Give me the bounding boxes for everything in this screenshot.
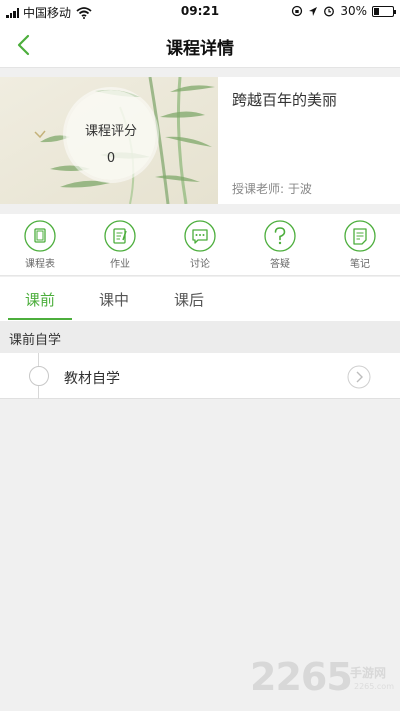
watermark-logo: 2265 手游网 2265.com	[250, 655, 396, 701]
status-right: 30%	[291, 4, 396, 18]
toolbar-item-discussion[interactable]: 讨论	[168, 220, 232, 270]
course-toolbar: 课程表 作业 讨论 答疑 笔记	[0, 214, 400, 276]
rotation-lock-icon	[292, 5, 303, 17]
phase-tabs: 课前 课中 课后	[0, 277, 400, 321]
watermark-sub: 手游网	[350, 666, 387, 680]
toolbar-item-notes[interactable]: 笔记	[328, 220, 392, 270]
course-card: 课程评分 0 跨越百年的美丽 授课老师: 于波	[0, 77, 400, 204]
discussion-icon	[184, 220, 216, 252]
list-item-label: 教材自学	[64, 371, 120, 387]
course-score-badge: 课程评分 0	[66, 90, 156, 180]
chevron-right-icon	[347, 365, 371, 389]
battery-percent: 30%	[340, 4, 367, 18]
toolbar-item-label: 答疑	[270, 259, 290, 270]
toolbar-item-schedule[interactable]: 课程表	[8, 220, 72, 270]
watermark-url: 2265.com	[354, 682, 394, 691]
score-value: 0	[106, 151, 116, 166]
active-tab-indicator	[8, 318, 72, 320]
tab-after-class[interactable]: 课后	[159, 289, 219, 310]
schedule-icon	[24, 220, 56, 252]
score-label: 课程评分	[84, 124, 137, 139]
toolbar-item-label: 作业	[110, 259, 130, 270]
course-title: 跨越百年的美丽	[232, 91, 338, 109]
page-title: 课程详情	[166, 39, 234, 59]
question-icon	[264, 220, 296, 252]
timeline-dot	[29, 366, 49, 386]
battery-icon	[372, 5, 396, 17]
location-icon	[309, 6, 318, 16]
toolbar-item-homework[interactable]: 作业	[88, 220, 152, 270]
alarm-icon	[324, 6, 335, 17]
section-title: 课前自学	[9, 333, 62, 348]
list-item[interactable]: 教材自学	[0, 353, 400, 399]
toolbar-item-label: 课程表	[25, 259, 55, 270]
toolbar-item-label: 讨论	[190, 259, 210, 270]
section-header: 课前自学	[0, 321, 400, 353]
course-cover-image: 课程评分 0	[0, 77, 218, 204]
homework-icon	[104, 220, 136, 252]
watermark-number: 2265	[250, 655, 353, 699]
toolbar-item-label: 笔记	[350, 259, 370, 270]
course-teacher: 授课老师: 于波	[232, 182, 312, 196]
tab-before-class[interactable]: 课前	[10, 289, 70, 310]
status-bar: 中国移动 09:21 30%	[0, 0, 400, 22]
toolbar-item-question[interactable]: 答疑	[248, 220, 312, 270]
nav-bar: 课程详情	[0, 22, 400, 68]
tab-in-class[interactable]: 课中	[84, 289, 144, 310]
note-icon	[344, 220, 376, 252]
